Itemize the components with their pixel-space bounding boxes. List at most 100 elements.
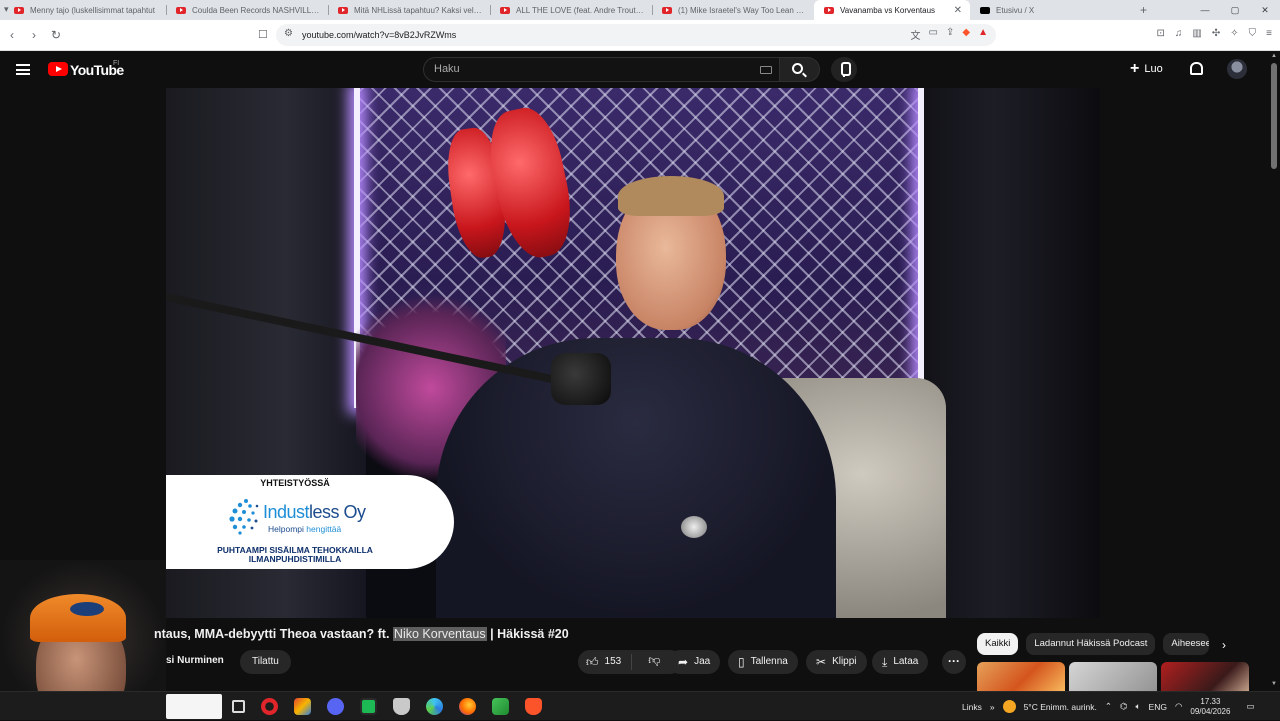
browser-tab[interactable]: ALL THE LOVE (feat. Andre Troutman	[490, 0, 652, 20]
language-indicator[interactable]: ENG	[1149, 702, 1167, 712]
page-scrollbar[interactable]: ▲ ▼	[1268, 51, 1280, 691]
voice-search-icon[interactable]	[831, 57, 857, 82]
youtube-header: YouTube FI Haku + Luo	[0, 51, 1280, 88]
media-icon[interactable]: ♫	[1175, 28, 1183, 39]
url-field[interactable]: ⚙ youtube.com/watch?v=8vB2JvRZWms 文 ▭ ⇪ …	[276, 24, 996, 46]
clock[interactable]: 17.33 09/04/2026	[1190, 697, 1230, 717]
chip-all[interactable]: Kaikki	[977, 633, 1019, 655]
browser-tab[interactable]: (1) Mike Israetel's Way Too Lean - Y	[652, 0, 814, 20]
opera-icon[interactable]	[261, 698, 278, 715]
more-actions-icon[interactable]: ···	[942, 650, 966, 674]
close-window-icon[interactable]: ✕	[1250, 0, 1280, 20]
taskbar-search[interactable]	[166, 694, 222, 719]
youtube-logo-icon[interactable]	[48, 62, 68, 76]
keyboard-icon[interactable]	[760, 66, 772, 74]
vpn-icon[interactable]: ⛉	[1249, 28, 1257, 39]
scissors-icon: ✂	[816, 655, 827, 669]
like-button[interactable]: 👍︎ 153	[578, 654, 633, 670]
youtube-icon	[500, 6, 510, 14]
new-tab-icon[interactable]: +	[1140, 3, 1147, 17]
related-chips: Kaikki Ladannut Häkissä Podcast Aiheesee…	[977, 633, 1210, 655]
search-icon	[792, 63, 803, 74]
video-thumbnail[interactable]	[977, 662, 1065, 691]
clip-button[interactable]: ✂ Klippi	[806, 650, 867, 674]
task-view-icon[interactable]	[232, 700, 245, 713]
guide-menu-icon[interactable]	[16, 64, 30, 75]
download-button[interactable]: ⤓ Lataa	[872, 650, 929, 674]
browser-tab[interactable]: Menny tajo (luskellisimmat tapahtut	[4, 0, 166, 20]
scroll-up-icon[interactable]: ▲	[1271, 53, 1277, 59]
browser-tab-strip: ▾ Menny tajo (luskellisimmat tapahtut Co…	[0, 0, 1280, 20]
spotify-app-icon[interactable]	[360, 698, 377, 715]
wifi-icon[interactable]: ◠	[1175, 701, 1182, 712]
brave-rewards-icon[interactable]: ▲	[978, 27, 988, 42]
browser-tab[interactable]: Mitä NHLissä tapahtuu? Kaksi velma	[328, 0, 490, 20]
youtube-icon	[338, 6, 348, 14]
volume-icon[interactable]: 🔈︎	[1135, 701, 1140, 712]
chip-related[interactable]: Aiheeseen	[1163, 633, 1210, 655]
leo-ai-icon[interactable]: ✧	[1230, 28, 1238, 39]
bookmark-icon[interactable]: ☐	[258, 28, 268, 41]
back-icon[interactable]: ‹	[2, 28, 22, 42]
shield-app-icon[interactable]	[393, 698, 410, 715]
search-button[interactable]	[780, 57, 820, 82]
weather-text[interactable]: 5°C Enimm. aurink.	[1024, 702, 1097, 712]
country-code: FI	[113, 60, 120, 67]
video-title: ntaus, MMA-debyytti Theoa vastaan? ft. N…	[154, 627, 569, 641]
chevron-up-icon[interactable]: ⌃	[1105, 701, 1112, 712]
scrollbar-thumb[interactable]	[1271, 63, 1277, 169]
cast-icon[interactable]: ▭	[929, 27, 938, 42]
youtube-icon	[176, 6, 186, 14]
share-button[interactable]: ➦ Jaa	[668, 650, 721, 674]
share-arrow-icon: ➦	[678, 655, 689, 669]
forward-icon[interactable]: ›	[24, 28, 44, 42]
url-text: youtube.com/watch?v=8vB2JvRZWms	[302, 30, 457, 40]
webcam-overlay	[0, 560, 166, 691]
subscribed-button[interactable]: Tilattu	[240, 650, 291, 674]
brave-shield-icon[interactable]: ◆	[962, 27, 970, 42]
share-icon[interactable]: ⇪	[946, 27, 954, 42]
network-icon[interactable]: ⌬	[1120, 701, 1127, 712]
menu-icon[interactable]: ≡	[1266, 28, 1272, 39]
minimize-icon[interactable]: —	[1190, 0, 1220, 20]
maximize-icon[interactable]: ▢	[1220, 0, 1250, 20]
browser-tab[interactable]: Coulda Been Records NASHVILLE Au	[166, 0, 328, 20]
channel-name[interactable]: si Nurminen	[166, 655, 224, 666]
brave-icon[interactable]	[525, 698, 542, 715]
overflow-icon[interactable]: »	[990, 702, 995, 712]
notifications-icon[interactable]	[1190, 62, 1203, 75]
search-input[interactable]: Haku	[423, 57, 780, 82]
video-thumbnail[interactable]	[1161, 662, 1249, 691]
sidebar-icon[interactable]: ▥	[1192, 28, 1201, 39]
save-button[interactable]: ▯ Tallenna	[728, 650, 798, 674]
reload-icon[interactable]: ↻	[46, 28, 66, 42]
browser-tab[interactable]: Etusivu / X	[970, 0, 1132, 20]
like-dislike-group: 👍︎ 153 👎︎	[578, 650, 682, 674]
dislike-button[interactable]: 👎︎	[638, 650, 670, 674]
edge-icon[interactable]	[426, 698, 443, 715]
discord-icon[interactable]	[327, 698, 344, 715]
browser-toolbar: ⊡ ♫ ▥ ✣ ✧ ⛉ ≡	[1157, 28, 1272, 39]
firefox-icon[interactable]	[459, 698, 476, 715]
browser-tab-active[interactable]: Vavanamba vs Korventaus ✕	[814, 0, 970, 20]
extensions-icon[interactable]: ✣	[1212, 28, 1220, 39]
video-player[interactable]: YHTEISTYÖSSÄ Industless Oy Helpompi heng…	[166, 88, 1100, 618]
chip-channel[interactable]: Ladannut Häkissä Podcast	[1026, 633, 1156, 655]
notification-center-icon[interactable]: ▭	[1246, 701, 1254, 712]
avatar[interactable]	[1227, 59, 1247, 79]
translate-icon[interactable]: 文	[911, 27, 921, 42]
site-info-icon[interactable]: ⚙	[284, 28, 293, 39]
media-player-icon[interactable]	[492, 698, 509, 715]
scroll-down-icon[interactable]: ▼	[1271, 681, 1277, 687]
weather-sun-icon[interactable]	[1002, 700, 1016, 713]
video-thumbnail[interactable]	[1069, 662, 1157, 691]
close-tab-icon[interactable]: ✕	[954, 5, 962, 16]
microphone	[551, 353, 611, 405]
chevron-right-icon[interactable]: ›	[1222, 638, 1226, 652]
thumbs-up-icon: 👍︎	[586, 655, 599, 669]
bookmark-save-icon: ▯	[738, 655, 745, 669]
create-button[interactable]: + Luo	[1130, 61, 1163, 77]
links-toolbar[interactable]: Links	[962, 702, 982, 712]
extension-icon[interactable]: ⊡	[1157, 28, 1165, 39]
stocks-app-icon[interactable]	[294, 698, 311, 715]
